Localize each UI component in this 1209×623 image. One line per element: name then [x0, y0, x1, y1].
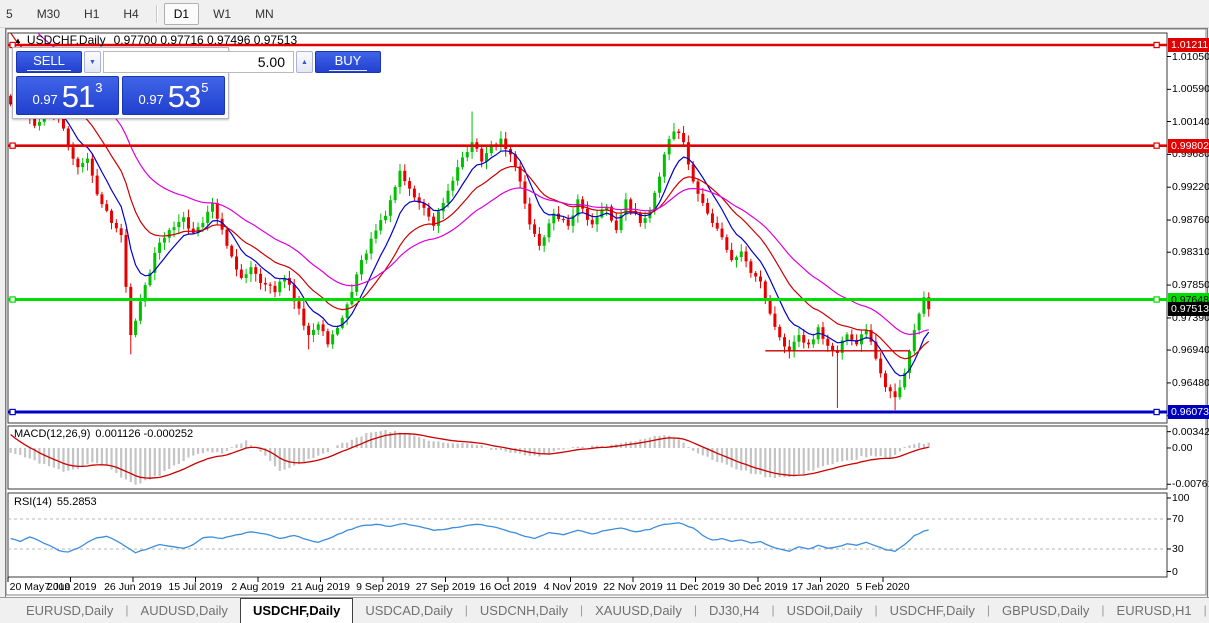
price-axis-tick-label: 0.96940 [1172, 344, 1209, 357]
sell-button-label: SELL [27, 53, 71, 71]
chart-ohlc-readout: 0.97700 0.97716 0.97496 0.97513 [113, 33, 298, 47]
date-axis-label: 22 Nov 2019 [603, 581, 663, 593]
buy-button[interactable]: BUY [315, 51, 381, 73]
buy-price-big-digits: 53 [167, 79, 201, 114]
chart-tab-bar: EURUSD,Daily | AUDUSD,Daily USDCHF,Daily USD… [0, 597, 1209, 623]
buy-price-button[interactable]: 0.97 53 5 [122, 76, 225, 115]
chart-tab-gbpusd-daily[interactable]: GBPUSD,Daily [990, 598, 1101, 623]
date-axis-label: 26 Jun 2019 [104, 581, 162, 593]
price-axis-tick-label: 0.98760 [1172, 214, 1209, 227]
buy-button-label: BUY [328, 53, 368, 71]
date-axis-label: 17 Jan 2020 [791, 581, 850, 593]
rsi-scale-label: 30 [1172, 543, 1184, 555]
chevron-up-icon: ▲ [301, 58, 308, 66]
price-axis-tick-label: 0.98310 [1172, 246, 1209, 259]
sell-price-big-digits: 51 [61, 79, 95, 114]
macd-scale-label: 0.003428 [1172, 425, 1209, 438]
rsi-indicator-label: RSI(14) 55.2853 [14, 496, 97, 508]
lot-decrease-button[interactable]: ▼ [84, 51, 101, 73]
timeframe-button-m30[interactable]: M30 [27, 3, 70, 25]
sell-button[interactable]: SELL [16, 51, 82, 73]
date-axis-label: 4 Nov 2019 [543, 581, 598, 593]
date-axis-label: 9 Sep 2019 [356, 581, 410, 593]
date-axis-label: 2 Aug 2019 [231, 581, 285, 593]
sell-price-pipette: 3 [95, 80, 103, 95]
tab-bar-lead [0, 598, 14, 623]
rsi-current-value: 55.2853 [56, 496, 97, 508]
rsi-scale-label: 0 [1172, 565, 1178, 578]
chart-tab-dj30-h4[interactable]: DJ30,H4 [697, 598, 772, 623]
chevron-down-icon: ▼ [89, 58, 96, 66]
timeframe-button-d1[interactable]: D1 [163, 2, 200, 25]
chart-tab-usdcad-daily[interactable]: USDCAD,Daily [353, 598, 464, 623]
date-axis-label: 16 Oct 2019 [479, 581, 537, 593]
chart-tab-eurusd-daily[interactable]: EURUSD,Daily [14, 598, 125, 623]
chart-tab-usdcnh-daily[interactable]: USDCNH,Daily [468, 598, 580, 623]
rsi-scale-label: 100 [1172, 492, 1190, 504]
buy-price-pipette: 5 [201, 80, 209, 95]
lot-size-input[interactable] [103, 51, 294, 73]
price-label-resistance-level: 1.01211 [1168, 38, 1209, 52]
date-axis-label: 7 Jun 2019 [44, 581, 97, 593]
one-click-trading-panel: SELL ▼ ▲ BUY 0.97 51 3 0.97 53 5 [12, 47, 381, 119]
price-axis-tick-label: 0.99220 [1172, 181, 1209, 194]
price-axis-tick-label: 1.01050 [1172, 50, 1209, 63]
chart-tab-audusd-daily[interactable]: AUDUSD,Daily [129, 598, 240, 623]
date-axis-label: 27 Sep 2019 [415, 581, 476, 593]
chart-symbol-period: USDCHF,Daily [26, 33, 106, 47]
price-label-current-price: 0.97513 [1168, 302, 1209, 317]
timeframe-button-h1[interactable]: H1 [74, 3, 109, 25]
sell-price-button[interactable]: 0.97 51 3 [16, 76, 119, 115]
object-marker-icon: ▲ [14, 36, 22, 45]
macd-name: MACD(12,26,9) [14, 428, 91, 440]
buy-price-prefix: 0.97 [138, 92, 164, 107]
timeframe-button-mn[interactable]: MN [245, 3, 284, 25]
chart-tab-xauusd-daily[interactable]: XAUUSD,Daily [583, 598, 694, 623]
date-axis-label: 5 Feb 2020 [856, 581, 910, 593]
chart-tab-usdchf-daily[interactable]: USDCHF,Daily [239, 598, 354, 623]
price-label-support-level: 0.96073 [1168, 405, 1209, 419]
price-axis-tick-label: 1.00140 [1172, 115, 1209, 128]
date-axis-label: 15 Jul 2019 [168, 581, 223, 593]
timeframe-button-h4[interactable]: H4 [113, 3, 148, 25]
macd-current-values: 0.001126 -0.000252 [95, 428, 194, 440]
macd-scale-label: 0.00 [1172, 442, 1193, 454]
macd-indicator-label: MACD(12,26,9) 0.001126 -0.000252 [14, 428, 193, 440]
chart-info-line: ▲ USDCHF,Daily 0.97700 0.97716 0.97496 0.9… [14, 33, 297, 47]
chart-tab-eurusd-h1[interactable]: EURUSD,H1 [1105, 598, 1204, 623]
chart-tab-usdoil-daily[interactable]: USDOil,Daily [775, 598, 875, 623]
price-axis-tick-label: 0.97850 [1172, 279, 1209, 292]
price-label-resistance-level: 0.99802 [1168, 138, 1209, 153]
timeframe-toolbar: 5 M30 H1 H4 D1 W1 MN [0, 0, 1209, 28]
rsi-scale-label: 70 [1172, 513, 1184, 525]
macd-scale-label: -0.007615 [1172, 478, 1209, 491]
chart-tab-usdchf-daily[interactable]: USDCHF,Daily [878, 598, 987, 623]
lot-increase-button[interactable]: ▲ [296, 51, 313, 73]
price-axis-tick-label: 1.00590 [1172, 83, 1209, 96]
timeframe-button-w1[interactable]: W1 [203, 3, 241, 25]
date-axis-label: 21 Aug 2019 [291, 581, 350, 593]
date-axis-label: 11 Dec 2019 [666, 581, 725, 593]
timeframe-button-5[interactable]: 5 [0, 3, 23, 25]
price-axis-tick-label: 0.96480 [1172, 376, 1209, 389]
sell-price-prefix: 0.97 [32, 92, 58, 107]
date-axis-label: 30 Dec 2019 [728, 581, 788, 593]
toolbar-separator [155, 4, 157, 23]
rsi-name: RSI(14) [14, 496, 52, 508]
